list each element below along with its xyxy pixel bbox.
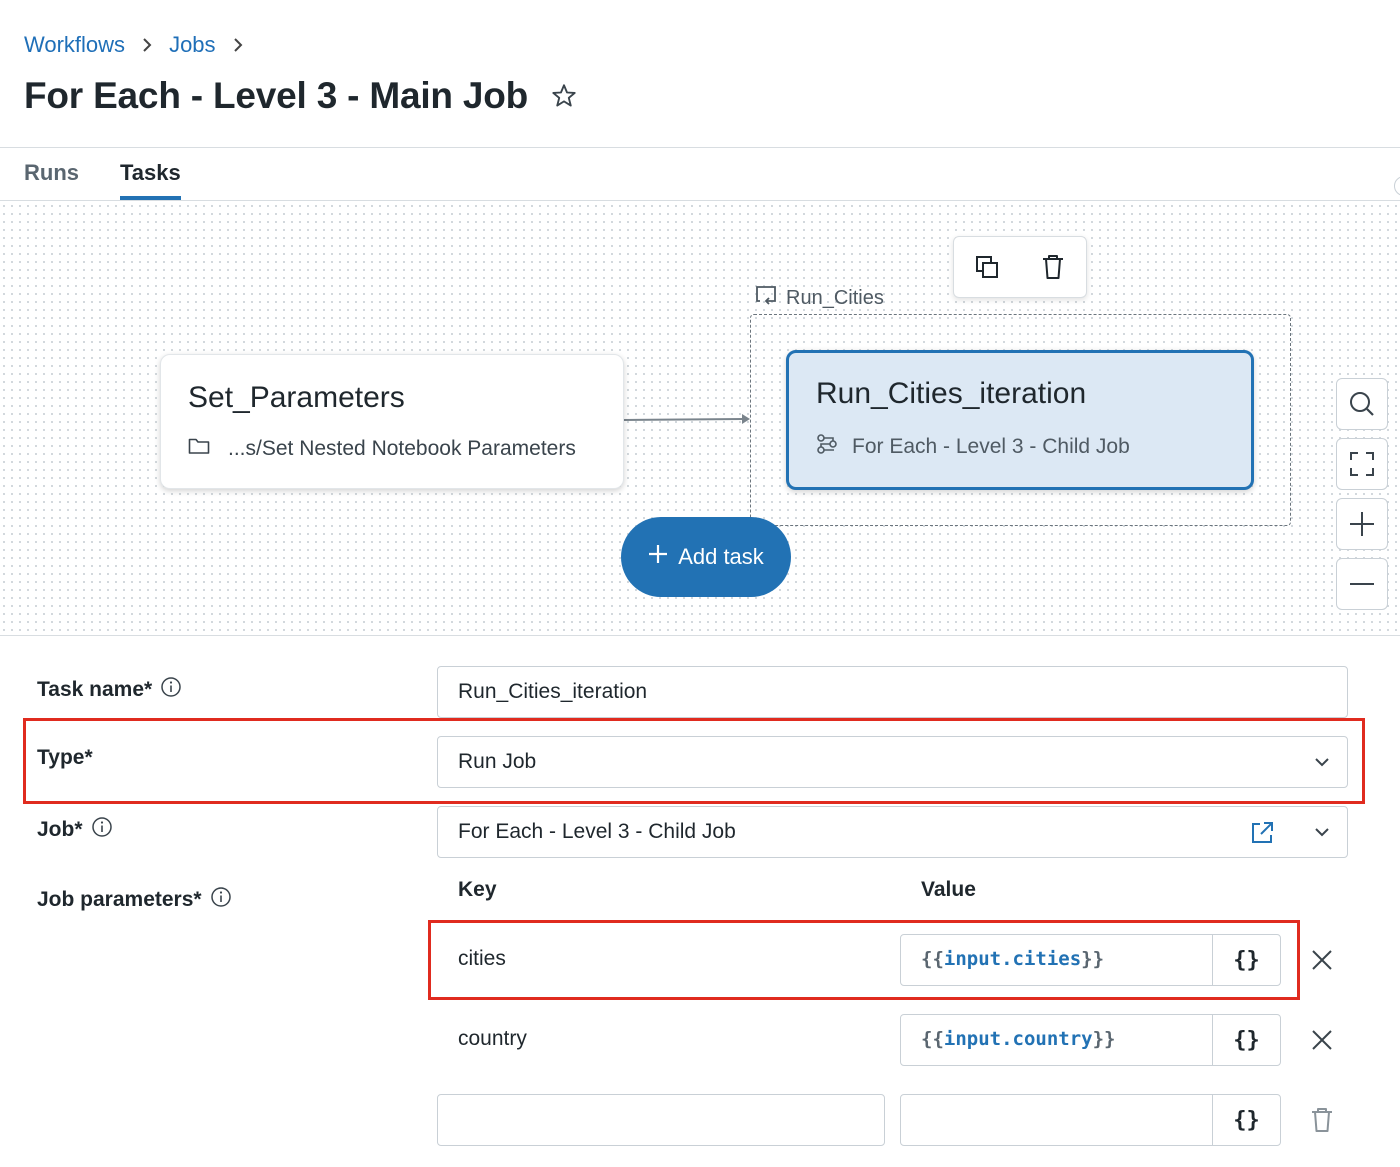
info-icon[interactable] [91,816,113,844]
page-title: For Each - Level 3 - Main Job [24,75,529,116]
parameter-value-input[interactable]: {{input.cities}} {} [900,934,1281,986]
task-node-path: ...s/Set Nested Notebook Parameters [188,437,576,461]
type-label: Type* [37,746,93,770]
fit-view-icon[interactable] [1336,438,1388,490]
title-row: For Each - Level 3 - Main Job [24,70,578,122]
value-column-header: Value [921,878,976,901]
chevron-right-icon [141,37,153,53]
close-icon[interactable] [1306,944,1338,976]
tab-bar: Runs Tasks [0,147,1400,201]
folder-icon [188,437,210,461]
workflow-icon [816,433,838,461]
dynamic-value-button[interactable]: {} [1212,935,1280,985]
search-icon[interactable] [1336,378,1388,430]
job-label: Job* [37,816,113,844]
notebook-path-text: ...s/Set Nested Notebook Parameters [228,437,576,460]
add-task-label: Add task [678,544,764,569]
parameter-value-input[interactable]: {{input.country}} {} [900,1014,1281,1066]
zoom-in-icon[interactable] [1336,498,1388,550]
type-value: Run Job [458,750,537,773]
task-node-job: For Each - Level 3 - Child Job [816,433,1130,461]
parameter-value-text: {{input.country}} [921,1028,1116,1050]
value-open-braces: {{ [921,1028,944,1050]
task-name-label: Task name* [37,676,182,704]
type-label-text: Type* [37,746,93,769]
task-node-title: Run_Cities_iteration [816,377,1087,410]
canvas-controls [1336,378,1388,618]
task-node-title: Set_Parameters [188,381,405,414]
chevron-down-icon [1313,753,1331,777]
job-parameters-label-text: Job parameters* [37,888,202,911]
value-close-braces: }} [1092,1028,1116,1050]
trash-icon[interactable] [1033,247,1073,287]
task-node-run-cities-iteration[interactable]: Run_Cities_iteration For Each - Level 3 … [786,350,1254,490]
job-parameters-label: Job parameters* [37,886,232,914]
type-select[interactable]: Run Job [437,736,1348,788]
add-task-button[interactable]: Add task [621,517,791,597]
star-icon[interactable] [550,82,578,110]
job-label-text: Job* [37,818,83,841]
node-toolbar [953,236,1087,298]
chevron-right-icon [232,37,244,53]
job-select[interactable]: For Each - Level 3 - Child Job [437,806,1348,858]
child-job-name: For Each - Level 3 - Child Job [852,435,1130,458]
plus-icon [648,544,668,570]
chevron-down-icon [1313,823,1331,847]
parameter-key-country[interactable]: country [458,1027,527,1051]
breadcrumb-workflows-link[interactable]: Workflows [24,32,125,58]
job-value: For Each - Level 3 - Child Job [458,820,736,843]
info-icon[interactable] [160,676,182,704]
key-column-header: Key [458,878,497,901]
external-link-icon[interactable] [1249,820,1275,852]
dynamic-value-button[interactable]: {} [1212,1015,1280,1065]
breadcrumb: Workflows Jobs [24,30,260,60]
tab-runs[interactable]: Runs [24,160,79,196]
value-variable: input.country [943,1028,1093,1050]
task-node-set-parameters[interactable]: Set_Parameters ...s/Set Nested Notebook … [160,354,624,489]
task-graph-canvas[interactable]: Set_Parameters ...s/Set Nested Notebook … [0,202,1400,636]
parameter-key-input[interactable] [437,1094,885,1146]
task-name-value: Run_Cities_iteration [458,680,648,703]
copy-icon[interactable] [967,247,1007,287]
task-name-label-text: Task name* [37,678,153,701]
dynamic-value-button[interactable]: {} [1212,1095,1280,1145]
parameter-value-input[interactable]: {} [900,1094,1281,1146]
value-open-braces: {{ [921,948,944,970]
loop-icon [754,284,778,312]
info-icon[interactable] [210,886,232,914]
close-icon[interactable] [1306,1024,1338,1056]
value-variable: input.cities [943,948,1082,970]
task-name-input[interactable]: Run_Cities_iteration [437,666,1348,718]
value-close-braces: }} [1081,948,1105,970]
zoom-out-icon[interactable] [1336,558,1388,610]
parameter-key-cities[interactable]: cities [458,947,506,971]
trash-icon[interactable] [1306,1104,1338,1136]
breadcrumb-jobs-link[interactable]: Jobs [169,32,215,58]
for-each-group-label: Run_Cities [754,284,884,312]
parameter-value-text: {{input.cities}} [921,948,1104,970]
tab-tasks[interactable]: Tasks [120,160,181,200]
for-each-group-name: Run_Cities [786,286,884,309]
